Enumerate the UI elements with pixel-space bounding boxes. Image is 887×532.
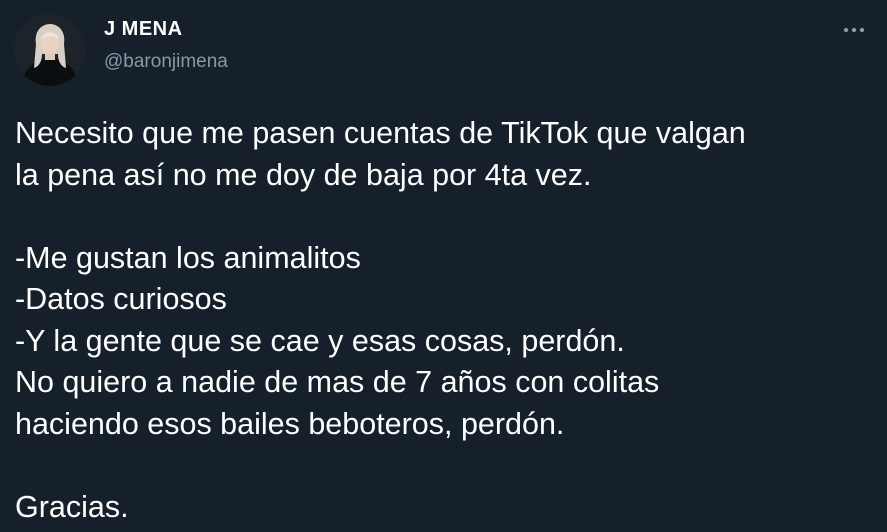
- tweet-line: No quiero a nadie de mas de 7 años con c…: [15, 365, 660, 399]
- tweet-card: J MENA @baronjimena Necesito que me pase…: [0, 0, 887, 532]
- tweet-text: Necesito que me pasen cuentas de TikTok …: [15, 113, 875, 528]
- tweet-line: Necesito que me pasen cuentas de TikTok …: [15, 116, 746, 150]
- tweet-line: -Me gustan los animalitos: [15, 240, 361, 275]
- more-options-button[interactable]: [836, 18, 872, 42]
- tweet-line: Gracias.: [15, 489, 129, 524]
- author-display-name[interactable]: J MENA: [104, 18, 183, 41]
- tweet-line: [15, 445, 875, 487]
- tweet-line: -Y la gente que se cae y esas cosas, per…: [15, 323, 625, 358]
- tweet-line: -Datos curiosos: [15, 282, 227, 316]
- author-handle[interactable]: @baronjimena: [104, 51, 228, 73]
- user-avatar-photo-icon: [14, 14, 86, 86]
- tweet-line: la pena así no me doy de baja por 4ta ve…: [15, 157, 592, 192]
- more-horizontal-icon: [843, 27, 865, 33]
- avatar[interactable]: [14, 14, 86, 86]
- tweet-line: haciendo esos bailes beboteros, perdón.: [15, 406, 565, 441]
- tweet-line: [15, 196, 875, 238]
